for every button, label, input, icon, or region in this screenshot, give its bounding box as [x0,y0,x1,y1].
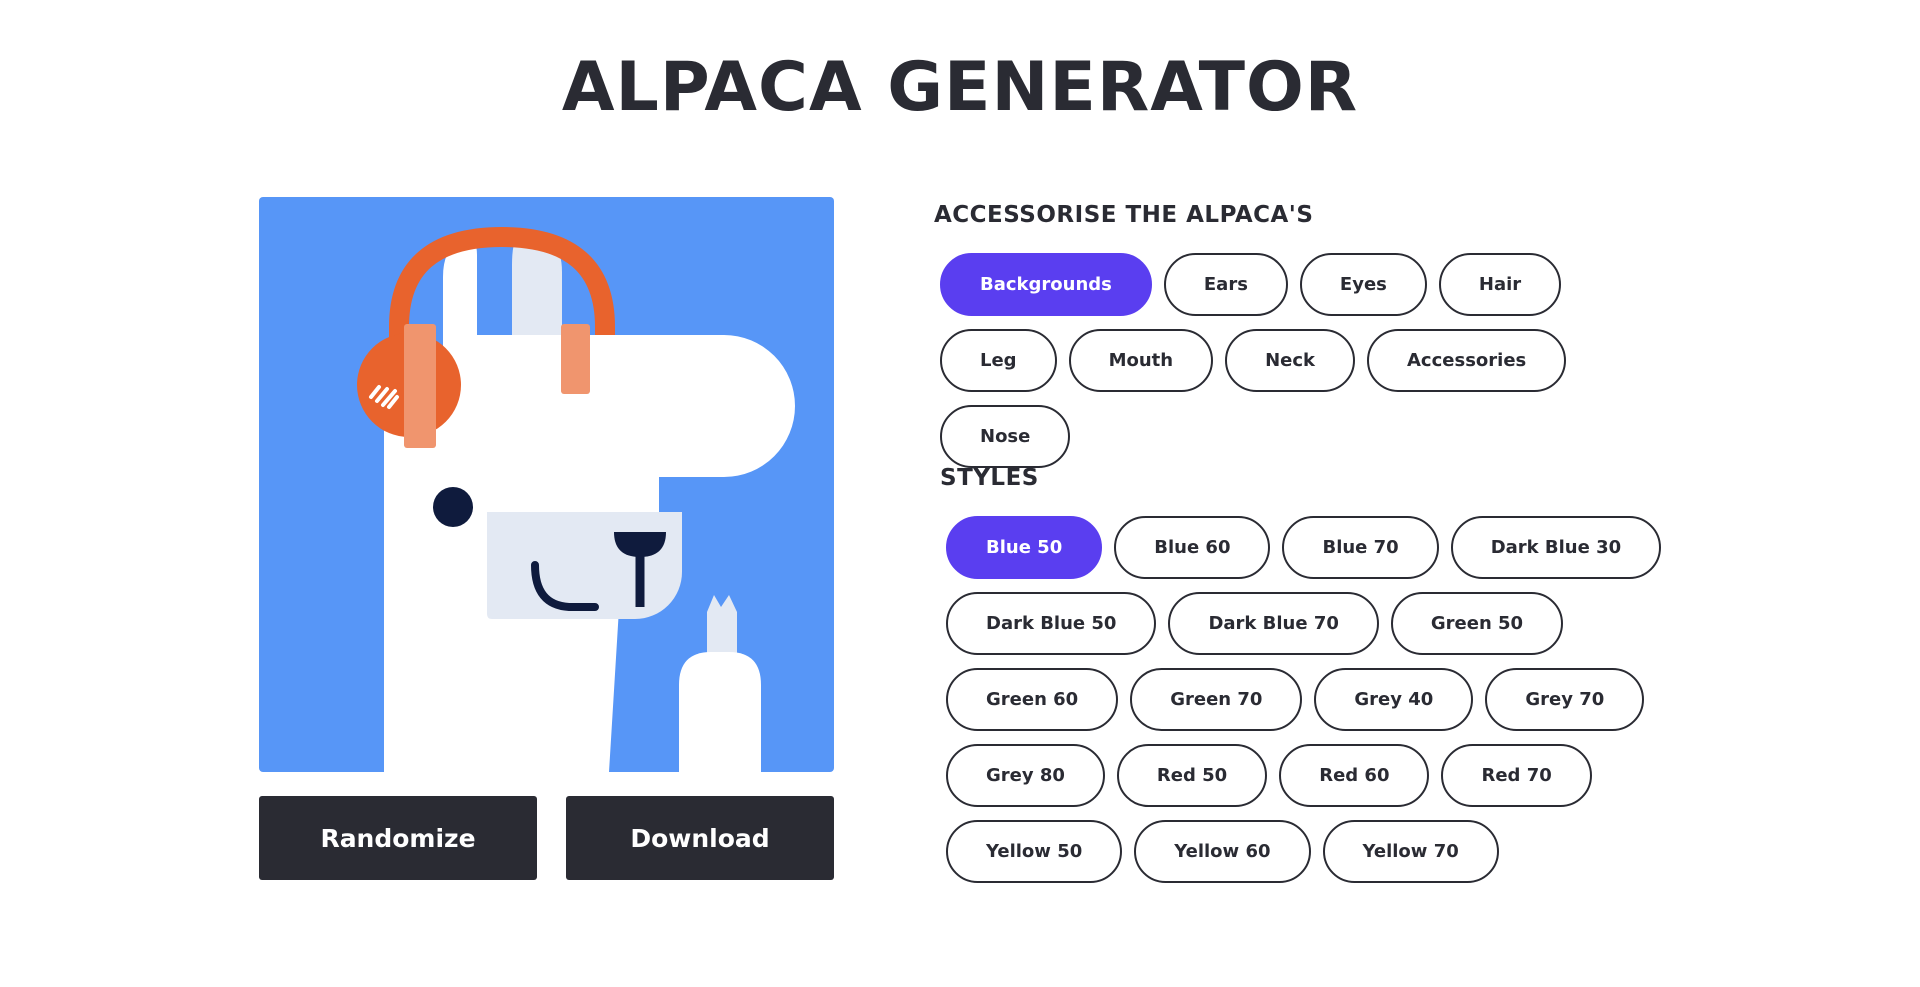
styles-chip-grey-40[interactable]: Grey 40 [1314,668,1474,731]
accessorise-chip-leg[interactable]: Leg [940,329,1057,392]
alpaca-muzzle [487,512,682,619]
styles-chip-red-60[interactable]: Red 60 [1279,744,1430,807]
styles-chip-blue-70[interactable]: Blue 70 [1282,516,1439,579]
right-cushion [561,324,590,394]
randomize-button[interactable]: Randomize [259,796,537,880]
styles-chip-red-50[interactable]: Red 50 [1116,744,1268,807]
accessorise-chip-neck[interactable]: Neck [1225,329,1355,392]
styles-chip-green-50[interactable]: Green 50 [1390,592,1564,655]
styles-chip-green-60[interactable]: Green 60 [946,668,1119,731]
alpaca-eye [433,487,473,527]
styles-chip-red-70[interactable]: Red 70 [1441,744,1592,807]
accessorise-chip-hair[interactable]: Hair [1438,253,1562,316]
alpaca-leg [679,652,761,772]
styles-chip-dark-blue-30[interactable]: Dark Blue 30 [1450,516,1662,579]
alpaca-preview [259,197,834,772]
accessorise-chip-nose[interactable]: Nose [940,405,1071,468]
styles-chip-dark-blue-50[interactable]: Dark Blue 50 [946,592,1157,655]
styles-chip-dark-blue-70[interactable]: Dark Blue 70 [1168,592,1379,655]
styles-chip-yellow-70[interactable]: Yellow 70 [1322,820,1499,883]
accessorise-chip-ears[interactable]: Ears [1163,253,1288,316]
styles-chip-yellow-60[interactable]: Yellow 60 [1134,820,1311,883]
accessorise-chip-backgrounds[interactable]: Backgrounds [940,253,1152,316]
styles-chip-blue-60[interactable]: Blue 60 [1114,516,1271,579]
accessorise-chip-eyes[interactable]: Eyes [1299,253,1427,316]
accessorise-chip-mouth[interactable]: Mouth [1068,329,1214,392]
styles-options: Blue 50 Blue 60 Blue 70 Dark Blue 30 Dark Bl… [946,516,1686,883]
styles-chip-blue-50[interactable]: Blue 50 [946,516,1103,579]
styles-chip-grey-80[interactable]: Grey 80 [946,744,1105,807]
styles-heading: STYLES [940,465,1039,491]
left-cushion [404,324,436,448]
styles-chip-yellow-50[interactable]: Yellow 50 [946,820,1123,883]
page-title: ALPACA GENERATOR [561,48,1359,127]
styles-chip-grey-70[interactable]: Grey 70 [1485,668,1645,731]
accessorise-heading: ACCESSORISE THE ALPACA'S [934,202,1314,228]
accessorise-options: Backgrounds Ears Eyes Hair Leg Mouth Neck Acces… [940,253,1680,468]
download-button[interactable]: Download [566,796,834,880]
styles-chip-green-70[interactable]: Green 70 [1130,668,1303,731]
accessorise-chip-accessories[interactable]: Accessories [1367,329,1567,392]
